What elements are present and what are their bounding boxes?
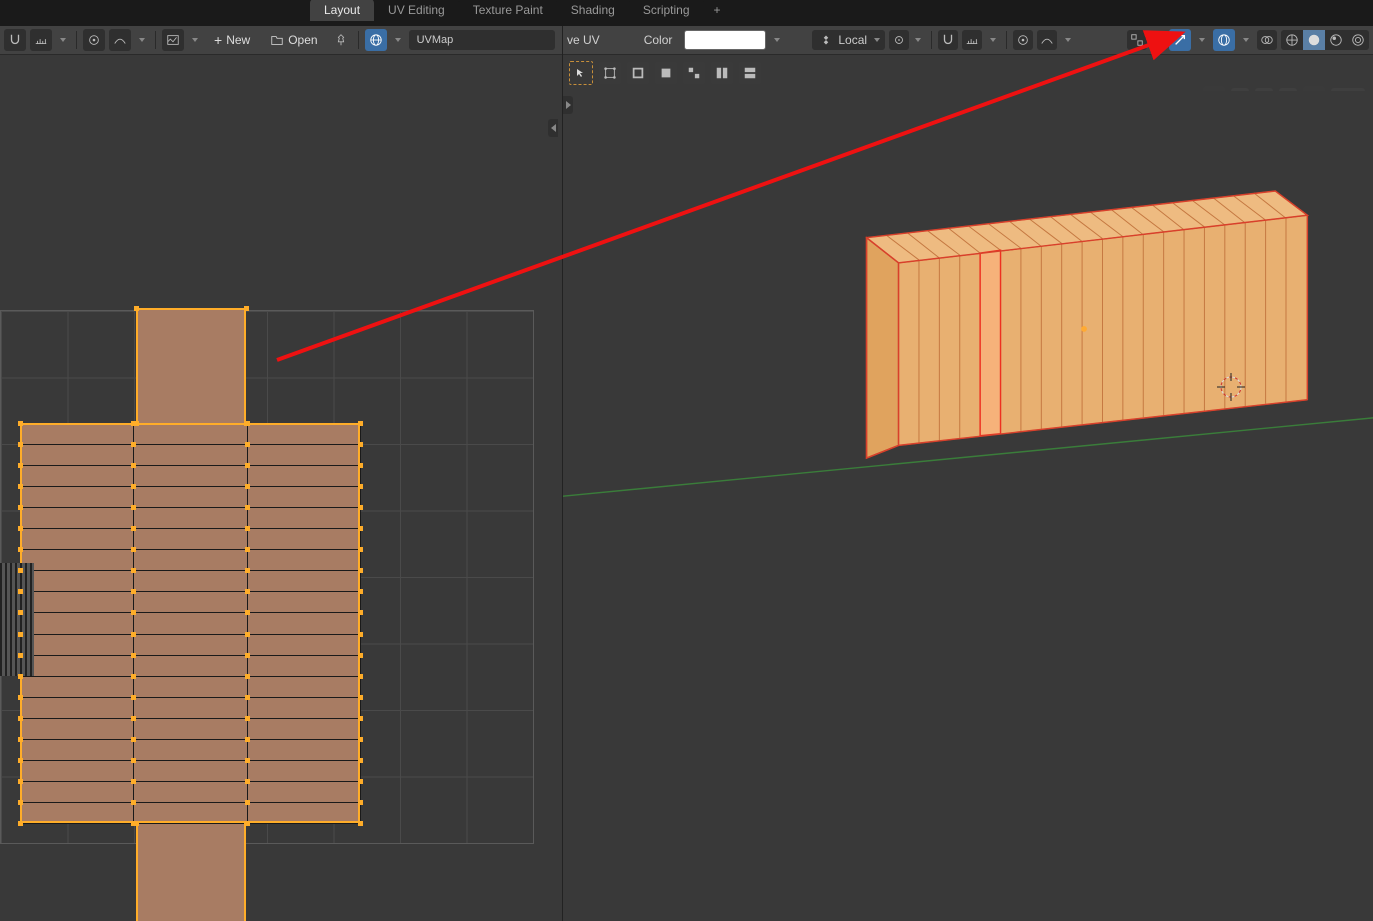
vp-prop-edit-icon[interactable] [1013, 30, 1033, 50]
viewport-3d-scene [563, 91, 1373, 921]
select-mode-island1[interactable] [683, 62, 705, 84]
vp-falloff-icon[interactable] [1037, 30, 1057, 50]
workspace-tabs: Layout UV Editing Texture Paint Shading … [0, 0, 1373, 21]
viewport-header: ve UV Color Local [563, 26, 1373, 55]
pivot-dropdown[interactable] [911, 30, 925, 50]
viewport-pane: ve UV Color Local [562, 26, 1373, 921]
pane-expand-handle[interactable] [563, 96, 573, 114]
color-label: Color [636, 31, 681, 49]
select-tool-icon[interactable] [569, 61, 593, 85]
pane-collapse-handle[interactable] [548, 119, 558, 137]
uvmap-field[interactable]: UVMap [409, 30, 555, 50]
color-dropdown[interactable] [770, 30, 784, 50]
tab-texture-paint[interactable]: Texture Paint [459, 0, 557, 21]
image-mode-icon[interactable] [162, 29, 184, 51]
select-mode-vertex[interactable] [599, 62, 621, 84]
uv-header: +New Open UVMap [0, 26, 562, 55]
add-workspace-button[interactable]: + [704, 0, 731, 21]
retopo-dropdown[interactable] [1151, 30, 1165, 50]
vp-snap-increment-icon[interactable] [962, 30, 982, 50]
vp-snap-dropdown[interactable] [986, 30, 1000, 50]
gizmo-toggle-1[interactable] [1169, 29, 1191, 51]
orientation-dropdown[interactable]: Local [812, 30, 885, 50]
viewport-canvas[interactable] [563, 91, 1373, 921]
gizmo-2-dropdown[interactable] [1239, 30, 1253, 50]
tab-shading[interactable]: Shading [557, 0, 629, 21]
falloff-dropdown[interactable] [135, 30, 149, 50]
select-mode-island2[interactable] [711, 62, 733, 84]
shading-mode-group [1281, 30, 1369, 50]
select-mode-edge[interactable] [627, 62, 649, 84]
color-swatch[interactable] [684, 30, 766, 50]
gizmo-toggle-2[interactable] [1213, 29, 1235, 51]
shading-wireframe[interactable] [1281, 30, 1303, 50]
retopo-icon[interactable] [1127, 30, 1147, 50]
world-uv-dropdown[interactable] [391, 30, 405, 50]
world-uv-icon[interactable] [365, 29, 387, 51]
shading-solid[interactable] [1303, 30, 1325, 50]
live-uv-label: ve UV [567, 31, 608, 49]
falloff-icon[interactable] [109, 29, 131, 51]
uv-island-top[interactable] [136, 308, 246, 423]
vp-falloff-dropdown[interactable] [1061, 30, 1075, 50]
uv-canvas[interactable] [0, 55, 562, 921]
magnet-icon[interactable] [4, 29, 26, 51]
vp-magnet-icon[interactable] [938, 30, 958, 50]
select-mode-island3[interactable] [739, 62, 761, 84]
pivot-icon[interactable] [889, 30, 909, 50]
tab-layout[interactable]: Layout [310, 0, 374, 21]
uv-island-bot[interactable] [136, 823, 246, 921]
shading-material[interactable] [1325, 30, 1347, 50]
open-image-button[interactable]: Open [262, 30, 325, 50]
snap-dropdown[interactable] [56, 30, 70, 50]
gizmo-1-dropdown[interactable] [1195, 30, 1209, 50]
snap-increment-icon[interactable] [30, 29, 52, 51]
image-mode-dropdown[interactable] [188, 30, 202, 50]
tab-scripting[interactable]: Scripting [629, 0, 704, 21]
prop-edit-icon[interactable] [83, 29, 105, 51]
uv-island-mid[interactable] [20, 423, 360, 823]
uv-island-extra[interactable] [0, 563, 34, 676]
pin-icon[interactable] [330, 29, 352, 51]
overlay-toggle-icon[interactable] [1257, 30, 1277, 50]
select-mode-face[interactable] [655, 62, 677, 84]
new-image-button[interactable]: +New [206, 30, 258, 50]
tab-uv-editing[interactable]: UV Editing [374, 0, 459, 21]
uv-editor-pane: +New Open UVMap [0, 26, 562, 921]
shading-rendered[interactable] [1347, 30, 1369, 50]
